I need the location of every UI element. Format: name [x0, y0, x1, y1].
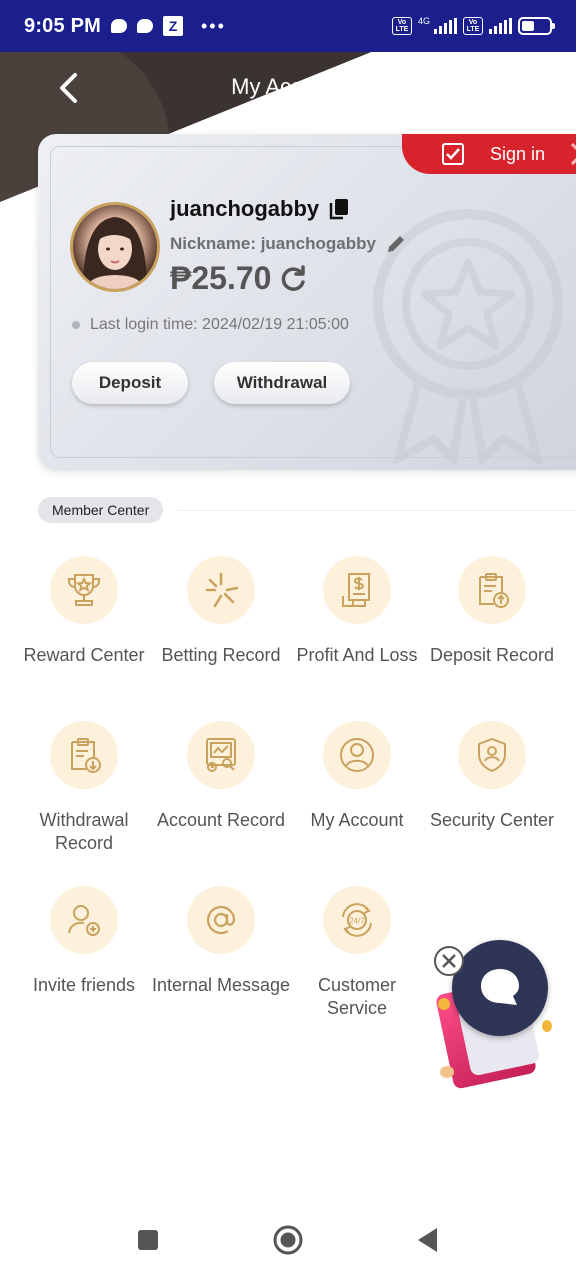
last-login-text: Last login time: 2024/02/19 21:05:00: [90, 316, 349, 333]
icon-circle: [187, 886, 255, 954]
last-login-row: Last login time: 2024/02/19 21:05:00: [72, 316, 349, 334]
grid-item-label: Customer Service: [317, 975, 397, 1018]
trophy-icon: [68, 574, 100, 606]
grid-item-label: My Account: [310, 810, 404, 830]
chat-bubble-icon: [481, 969, 519, 1005]
account-record-item[interactable]: Account Record: [151, 721, 291, 832]
icon-circle: [323, 721, 391, 789]
grid-item-label: Betting Record: [161, 645, 281, 665]
divider: [178, 510, 576, 511]
user-circle-icon: [340, 738, 374, 772]
profit-and-loss-item[interactable]: Profit And Loss: [287, 556, 427, 667]
deposit-button[interactable]: Deposit: [72, 362, 188, 404]
status-bar: 9:05 PM Z ••• Vo LTE 4G Vo LTE: [0, 0, 576, 52]
page-title: My Account: [231, 74, 345, 99]
close-icon: [442, 954, 456, 968]
grid-item-label: Deposit Record: [429, 645, 555, 665]
grid-item-label: Account Record: [156, 810, 286, 830]
grid-item-label: Invite friends: [32, 975, 136, 995]
checkbox-icon: [442, 143, 464, 165]
my-account-page: 9:05 PM Z ••• Vo LTE 4G Vo LTE My Account: [0, 0, 576, 1280]
add-user-icon: [68, 905, 100, 936]
icon-circle: [323, 556, 391, 624]
icon-circle: [187, 721, 255, 789]
system-nav-bar: [0, 1200, 576, 1280]
sign-in-label: Sign in: [490, 143, 546, 164]
chat-notification-icon: [111, 19, 127, 33]
network-type: 4G: [417, 16, 430, 26]
clipboard-up-icon: [479, 573, 509, 608]
home-circle-icon: [273, 1225, 303, 1255]
icon-circle: [50, 556, 118, 624]
icon-circle: [458, 556, 526, 624]
security-center-item[interactable]: Security Center: [422, 721, 562, 832]
icon-circle: [50, 721, 118, 789]
support-24-7-icon: 24/7: [342, 903, 372, 937]
profile-card: Sign in juanchogabby Nickname: juanchoga…: [38, 134, 576, 470]
betting-record-item[interactable]: Betting Record: [151, 556, 291, 667]
nickname-row: Nickname: juanchogabby: [170, 234, 406, 254]
icon-circle: 24/7: [323, 886, 391, 954]
chat-notification-icon-2: [137, 19, 153, 33]
grid-item-label: Profit And Loss: [296, 645, 418, 665]
volte-icon: Vo LTE: [391, 17, 412, 35]
sign-in-button[interactable]: Sign in: [402, 134, 576, 174]
copy-icon[interactable]: [329, 198, 349, 220]
my-account-item[interactable]: My Account: [287, 721, 427, 832]
volte-icon-2: Vo LTE: [463, 17, 483, 35]
avatar[interactable]: [70, 202, 160, 292]
svg-text:24/7: 24/7: [349, 917, 365, 926]
grid-item-label: Withdrawal Record: [39, 810, 129, 853]
battery-icon: [518, 17, 555, 35]
shield-user-icon: [478, 737, 506, 773]
square-icon: [138, 1230, 158, 1250]
reward-center-item[interactable]: Reward Center: [14, 556, 154, 667]
coin-decor-3: [542, 1020, 552, 1032]
coin-decor-2: [440, 1066, 454, 1078]
signal-icon-2: [489, 18, 512, 34]
close-widget-button[interactable]: [434, 946, 464, 976]
icon-circle: [50, 886, 118, 954]
edit-pencil-icon[interactable]: [386, 234, 406, 254]
z-app-icon: Z: [163, 16, 183, 36]
triangle-back-icon: [418, 1228, 437, 1252]
system-icons: Vo LTE 4G Vo LTE: [391, 16, 555, 36]
avatar-portrait-icon: [83, 217, 147, 289]
customer-service-item[interactable]: 24/7 Customer Service: [287, 886, 427, 1020]
dollar-doc-icon: [342, 573, 370, 607]
coin-decor: [438, 998, 450, 1010]
internal-message-item[interactable]: Internal Message: [151, 886, 291, 997]
balance-amount: ₱25.70: [170, 260, 272, 296]
icon-circle: [458, 721, 526, 789]
withdrawal-button[interactable]: Withdrawal: [214, 362, 350, 404]
home-button[interactable]: [268, 1220, 308, 1260]
status-time: 9:05 PM: [24, 14, 101, 37]
recent-apps-button[interactable]: [128, 1220, 168, 1260]
chat-support-button[interactable]: [452, 940, 548, 1036]
grid-item-label: Reward Center: [23, 645, 145, 665]
notification-icons: Z •••: [111, 16, 226, 37]
clipboard-down-icon: [71, 738, 101, 773]
at-sign-icon: [207, 905, 236, 935]
statement-icon: [206, 738, 236, 772]
grid-item-label: Internal Message: [151, 975, 291, 995]
member-center-label: Member Center: [38, 497, 164, 523]
chevron-right-icon: [570, 142, 576, 166]
more-notifications-icon: •••: [201, 15, 226, 36]
username: juanchogabby: [170, 196, 320, 221]
refresh-icon[interactable]: [279, 264, 307, 293]
dot-icon: [72, 321, 80, 329]
balance-row: ₱25.70: [170, 260, 307, 297]
signal-icon: [434, 18, 457, 34]
withdrawal-record-item[interactable]: Withdrawal Record: [14, 721, 154, 855]
nav-back-button[interactable]: [408, 1220, 448, 1260]
nickname: Nickname: juanchogabby: [170, 234, 376, 253]
username-row: juanchogabby: [170, 196, 349, 222]
invite-friends-item[interactable]: Invite friends: [14, 886, 154, 997]
shuttle-icon: [205, 572, 239, 608]
floating-promo-widget: [430, 940, 576, 1090]
icon-circle: [187, 556, 255, 624]
deposit-record-item[interactable]: Deposit Record: [422, 556, 562, 667]
grid-item-label: Security Center: [429, 810, 555, 830]
